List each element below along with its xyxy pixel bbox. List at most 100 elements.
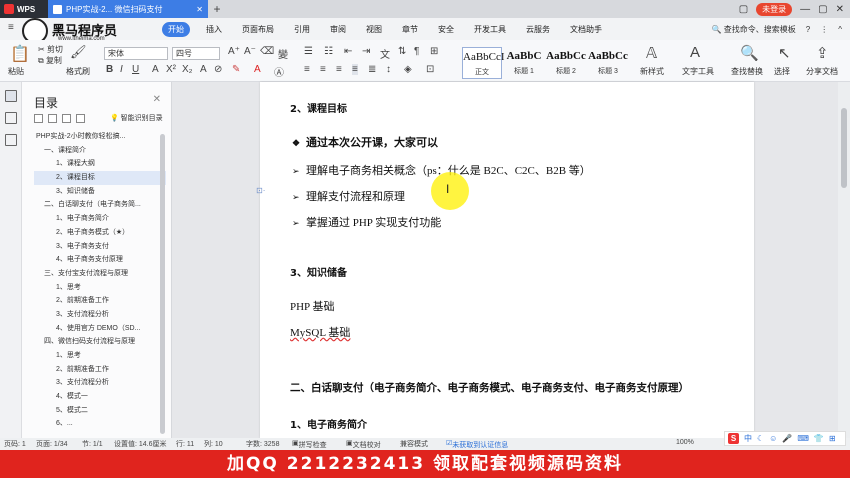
- toc-item[interactable]: 2、电子商务模式（★）: [34, 226, 166, 240]
- justify-icon[interactable]: ≡: [352, 64, 358, 75]
- style-heading-1[interactable]: AaBbC 标题 1: [504, 47, 544, 79]
- toc-item[interactable]: 一、课程简介: [34, 144, 166, 158]
- login-button[interactable]: 未登录: [756, 2, 793, 16]
- toc-item[interactable]: 6、...: [34, 417, 166, 431]
- superscript-icon[interactable]: X²: [166, 64, 176, 75]
- menu-home[interactable]: 开始: [162, 21, 190, 37]
- borders-icon[interactable]: ⊡: [426, 64, 434, 75]
- status-words[interactable]: 字数: 3258: [246, 439, 279, 449]
- toc-item[interactable]: 2、前期准备工作: [34, 294, 166, 308]
- toc-item[interactable]: 四、微信扫码支付流程与原理: [34, 335, 166, 349]
- line-spacing-icon[interactable]: ↕: [386, 64, 391, 75]
- new-tab-button[interactable]: +: [208, 2, 226, 16]
- close-window-icon[interactable]: ✕: [836, 4, 844, 15]
- bullet-list-icon[interactable]: ☰: [304, 46, 313, 57]
- clear-format-icon[interactable]: ⌫: [260, 46, 274, 57]
- toc-item[interactable]: 4、使用官方 DEMO（SD...: [34, 322, 166, 336]
- toc-item[interactable]: 二、白话聊支付（电子商务简...: [34, 198, 166, 212]
- scrollbar-thumb[interactable]: [841, 108, 847, 188]
- close-tab-icon[interactable]: ✕: [196, 5, 203, 14]
- phonetic-icon[interactable]: 變: [278, 46, 288, 61]
- menu-icon[interactable]: ≡: [8, 22, 14, 33]
- cert-status[interactable]: ☑ 未获取到认证信息: [446, 439, 508, 449]
- copy-button[interactable]: ⧉ 复制: [38, 55, 62, 66]
- new-style-icon[interactable]: 𝔸: [646, 44, 657, 62]
- strikethrough-icon[interactable]: A: [152, 64, 159, 75]
- bookmark-panel-icon[interactable]: [5, 134, 17, 146]
- subscript-icon[interactable]: X₂: [182, 64, 193, 75]
- ime-keyboard-icon[interactable]: ⌨: [797, 434, 809, 443]
- style-heading-3[interactable]: AaBbCc 标题 3: [588, 47, 628, 79]
- ime-emoji-icon[interactable]: ☺: [769, 434, 777, 443]
- toc-scrollbar[interactable]: [160, 134, 165, 434]
- format-painter-button[interactable]: 格式刷: [66, 66, 90, 77]
- toc-add-icon[interactable]: [62, 114, 71, 123]
- shrink-font-icon[interactable]: A⁻: [244, 46, 256, 57]
- numbered-list-icon[interactable]: ☷: [324, 46, 333, 57]
- cut-button[interactable]: ✂ 剪切: [38, 44, 63, 55]
- toc-item[interactable]: 2、前期准备工作: [34, 363, 166, 377]
- menu-developer[interactable]: 开发工具: [464, 24, 516, 35]
- collapse-icon[interactable]: ^: [838, 25, 842, 34]
- status-zoom[interactable]: 100%: [676, 439, 694, 446]
- find-replace-button[interactable]: 查找替换: [731, 66, 763, 77]
- table-icon[interactable]: ⊞: [430, 46, 438, 57]
- search-command[interactable]: 🔍 查找命令、搜索模板: [712, 24, 796, 35]
- ime-moon-icon[interactable]: ☾: [757, 434, 764, 443]
- bold-icon[interactable]: B: [106, 64, 113, 75]
- distribute-icon[interactable]: ≣: [368, 64, 376, 75]
- document-page[interactable]: 2、课程目标 ❖ 通过本次公开课，大家可以 ➢ 理解电子商务相关概念（ps：什么是 …: [260, 82, 754, 438]
- paste-icon[interactable]: 📋: [10, 44, 30, 64]
- find-replace-icon[interactable]: 🔍: [740, 44, 759, 62]
- toc-item[interactable]: 3、电子商务支付: [34, 240, 166, 254]
- toc-item[interactable]: 3、支付流程分析: [34, 308, 166, 322]
- sort-icon[interactable]: ⇅: [398, 46, 406, 57]
- status-pages[interactable]: 页面: 1/34: [36, 439, 68, 449]
- toc-item[interactable]: 1、电子商务简介: [34, 212, 166, 226]
- shading-icon[interactable]: ◈: [404, 64, 412, 75]
- ime-lang[interactable]: 中: [744, 433, 752, 444]
- select-icon[interactable]: ↖: [778, 44, 791, 62]
- menu-cloud[interactable]: 云服务: [516, 24, 560, 35]
- highlight-icon[interactable]: ⊘: [214, 64, 222, 75]
- more-icon[interactable]: ⋮: [820, 25, 828, 34]
- text-effect-icon[interactable]: A: [200, 64, 207, 75]
- toc-remove-icon[interactable]: [76, 114, 85, 123]
- document-scrollbar[interactable]: [838, 82, 850, 438]
- window-icon[interactable]: ▢: [739, 4, 748, 15]
- pages-panel-icon[interactable]: [5, 112, 17, 124]
- menu-view[interactable]: 视图: [356, 24, 392, 35]
- style-normal[interactable]: AaBbCcI 正文: [462, 47, 505, 79]
- smart-toc-button[interactable]: 💡 智能识别目录: [110, 113, 163, 123]
- align-center-icon[interactable]: ≡: [320, 64, 326, 75]
- toc-expand-icon[interactable]: [34, 114, 43, 123]
- spell-check-button[interactable]: ▣ 拼写检查: [292, 439, 327, 449]
- toc-item[interactable]: 三、支付宝支付流程与原理: [34, 267, 166, 281]
- document-tab[interactable]: PHP实战-2... 微信扫码支付 ✕: [48, 0, 208, 18]
- menu-page-layout[interactable]: 页面布局: [232, 24, 284, 35]
- ime-toolbar[interactable]: S 中 ☾ ☺ 🎤 ⌨ 👕 ⊞: [724, 431, 846, 446]
- paragraph-handle-icon[interactable]: ⊡·: [256, 186, 265, 195]
- close-toc-icon[interactable]: ✕: [153, 94, 161, 105]
- proofread-button[interactable]: ▣ 文档校对: [346, 439, 381, 449]
- menu-chapter[interactable]: 章节: [392, 24, 428, 35]
- select-button[interactable]: 选择: [774, 66, 790, 77]
- align-right-icon[interactable]: ≡: [336, 64, 342, 75]
- help-icon[interactable]: ?: [806, 25, 810, 34]
- decrease-indent-icon[interactable]: ⇤: [344, 46, 352, 57]
- font-name-select[interactable]: 宋体: [104, 47, 168, 60]
- new-style-button[interactable]: 新样式: [640, 66, 664, 77]
- toc-panel-icon[interactable]: [5, 90, 17, 102]
- menu-security[interactable]: 安全: [428, 24, 464, 35]
- toc-item[interactable]: 4、模式一: [34, 390, 166, 404]
- increase-indent-icon[interactable]: ⇥: [362, 46, 370, 57]
- toc-item[interactable]: 3、知识储备: [34, 185, 166, 199]
- menu-insert[interactable]: 插入: [196, 24, 232, 35]
- font-color-icon[interactable]: A: [254, 64, 261, 75]
- wps-home-tab[interactable]: WPS: [0, 0, 48, 18]
- toc-item[interactable]: PHP实战-2小时教你轻松搞...: [34, 130, 166, 144]
- toc-collapse-icon[interactable]: [48, 114, 57, 123]
- toc-item[interactable]: 5、模式二: [34, 404, 166, 418]
- menu-review[interactable]: 审阅: [320, 24, 356, 35]
- share-button[interactable]: 分享文档: [806, 66, 838, 77]
